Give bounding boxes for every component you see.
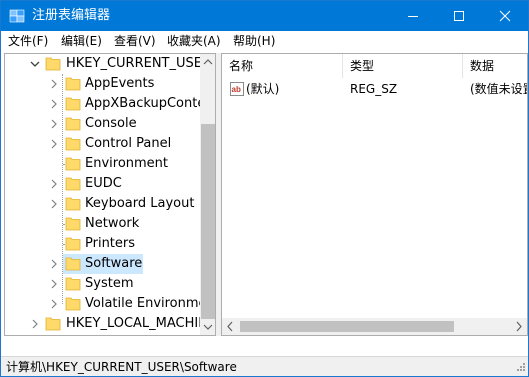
- scroll-right-arrow-icon[interactable]: [511, 318, 527, 335]
- chevron-right-icon[interactable]: [49, 258, 59, 269]
- tree-node-label: Network: [85, 216, 140, 231]
- folder-icon: [65, 216, 81, 231]
- tree-node-label: Environment: [85, 156, 169, 171]
- tree-scrollbar-thumb[interactable]: [201, 124, 215, 319]
- tree-node-label: HKEY_LOCAL_MACHINE: [66, 316, 216, 331]
- svg-text:ab: ab: [232, 85, 241, 94]
- resize-grip-icon[interactable]: [514, 362, 526, 374]
- scroll-up-arrow-icon[interactable]: [200, 54, 215, 70]
- scroll-left-arrow-icon[interactable]: [222, 318, 238, 335]
- close-icon: [499, 10, 511, 22]
- folder-icon: [65, 176, 81, 191]
- chevron-right-icon[interactable]: [49, 98, 59, 109]
- folder-icon: [65, 236, 81, 251]
- tree-vertical-scrollbar[interactable]: [200, 54, 215, 335]
- folder-icon: [65, 296, 81, 311]
- folder-icon: [65, 156, 81, 171]
- tree-node-label: Printers: [85, 236, 136, 251]
- menu-help[interactable]: 帮助(H): [233, 34, 275, 49]
- folder-icon: [45, 316, 61, 331]
- folder-icon: [65, 76, 81, 91]
- title-bar[interactable]: 注册表编辑器: [1, 1, 528, 31]
- list-horizontal-scrollbar[interactable]: [222, 318, 527, 335]
- tree-node-label: Control Panel: [85, 136, 172, 151]
- menu-file[interactable]: 文件(F): [8, 34, 48, 49]
- tree-node-control-panel[interactable]: Control Panel: [5, 134, 200, 154]
- tree-node-label: AppEvents: [85, 76, 155, 91]
- chevron-right-icon[interactable]: [49, 78, 59, 89]
- maximize-icon: [454, 11, 464, 21]
- menu-bar: 文件(F) 编辑(E) 查看(V) 收藏夹(A) 帮助(H): [1, 31, 528, 52]
- tree-node-label: Console: [85, 116, 137, 131]
- chevron-right-icon[interactable]: [49, 178, 59, 189]
- tree-node-printers[interactable]: Printers: [5, 234, 200, 254]
- tree-node-network[interactable]: Network: [5, 214, 200, 234]
- value-row[interactable]: ab (默认) REG_SZ (数值未设置): [222, 79, 527, 99]
- tree-node-label: AppXBackupContentType: [85, 96, 215, 111]
- chevron-right-icon[interactable]: [49, 198, 59, 209]
- value-data: (数值未设置): [470, 82, 527, 96]
- chevron-right-icon[interactable]: [49, 278, 59, 289]
- folder-icon: [65, 276, 81, 291]
- tree-node-label: Volatile Environment: [85, 296, 216, 311]
- folder-icon: [65, 136, 81, 151]
- status-bar: 计算机\HKEY_CURRENT_USER\Software: [1, 356, 528, 376]
- tree-node-label: System: [85, 276, 134, 291]
- tree-node-software[interactable]: Software: [5, 254, 200, 274]
- column-header-name[interactable]: 名称: [222, 54, 342, 78]
- column-header-type[interactable]: 类型: [343, 54, 462, 78]
- window-title: 注册表编辑器: [32, 8, 111, 23]
- tree-node-label: Keyboard Layout: [85, 196, 195, 211]
- close-button[interactable]: [482, 1, 528, 31]
- value-name: (默认): [246, 82, 280, 96]
- tree-node-eudc[interactable]: EUDC: [5, 174, 200, 194]
- folder-icon: [65, 256, 81, 271]
- maximize-button[interactable]: [436, 1, 482, 31]
- value-type: REG_SZ: [350, 82, 398, 96]
- chevron-right-icon[interactable]: [49, 138, 59, 149]
- tree-node-volatile-environment[interactable]: Volatile Environment: [5, 294, 215, 314]
- tree-node-hkey-current-user[interactable]: HKEY_CURRENT_USER: [5, 54, 211, 74]
- minimize-icon: [408, 16, 418, 17]
- chevron-right-icon[interactable]: [30, 318, 40, 329]
- tree-node-label: Software: [85, 256, 143, 271]
- tree-node-system[interactable]: System: [5, 274, 200, 294]
- regedit-app-icon: [9, 8, 25, 24]
- tree-node-keyboard-layout[interactable]: Keyboard Layout: [5, 194, 200, 214]
- menu-view[interactable]: 查看(V): [114, 34, 156, 49]
- registry-editor-window: 注册表编辑器 文件(F) 编辑(E) 查看(V) 收藏夹(A) 帮助(H) HK…: [0, 0, 529, 377]
- chevron-right-icon[interactable]: [49, 118, 59, 129]
- folder-open-icon: [45, 56, 61, 71]
- key-tree-pane[interactable]: HKEY_CURRENT_USER AppEvents AppXBackupCon…: [4, 53, 216, 336]
- tree-node-label: EUDC: [85, 176, 122, 191]
- chevron-down-icon[interactable]: [30, 58, 40, 68]
- menu-edit[interactable]: 编辑(E): [61, 34, 102, 49]
- tree-node-appxbackupcontenttype[interactable]: AppXBackupContentType: [5, 94, 215, 114]
- string-value-icon: ab: [230, 82, 244, 96]
- minimize-button[interactable]: [390, 1, 436, 31]
- tree-node-label: HKEY_CURRENT_USER: [66, 56, 212, 71]
- menu-favorites[interactable]: 收藏夹(A): [167, 34, 221, 49]
- chevron-right-icon[interactable]: [49, 298, 59, 309]
- folder-icon: [65, 196, 81, 211]
- values-list-pane[interactable]: 名称 类型 数据 ab (默认) REG_SZ (数值未设置): [221, 53, 528, 336]
- folder-icon: [65, 116, 81, 131]
- folder-icon: [65, 96, 81, 111]
- tree-node-console[interactable]: Console: [5, 114, 200, 134]
- tree-node-environment[interactable]: Environment: [5, 154, 200, 174]
- tree-node-hkey-local-machine[interactable]: HKEY_LOCAL_MACHINE: [5, 314, 215, 334]
- status-path: 计算机\HKEY_CURRENT_USER\Software: [6, 360, 237, 374]
- scroll-down-arrow-icon[interactable]: [200, 319, 215, 335]
- tree-node-appevents[interactable]: AppEvents: [5, 74, 200, 94]
- list-scrollbar-thumb[interactable]: [240, 321, 454, 332]
- column-header-data[interactable]: 数据: [463, 54, 527, 78]
